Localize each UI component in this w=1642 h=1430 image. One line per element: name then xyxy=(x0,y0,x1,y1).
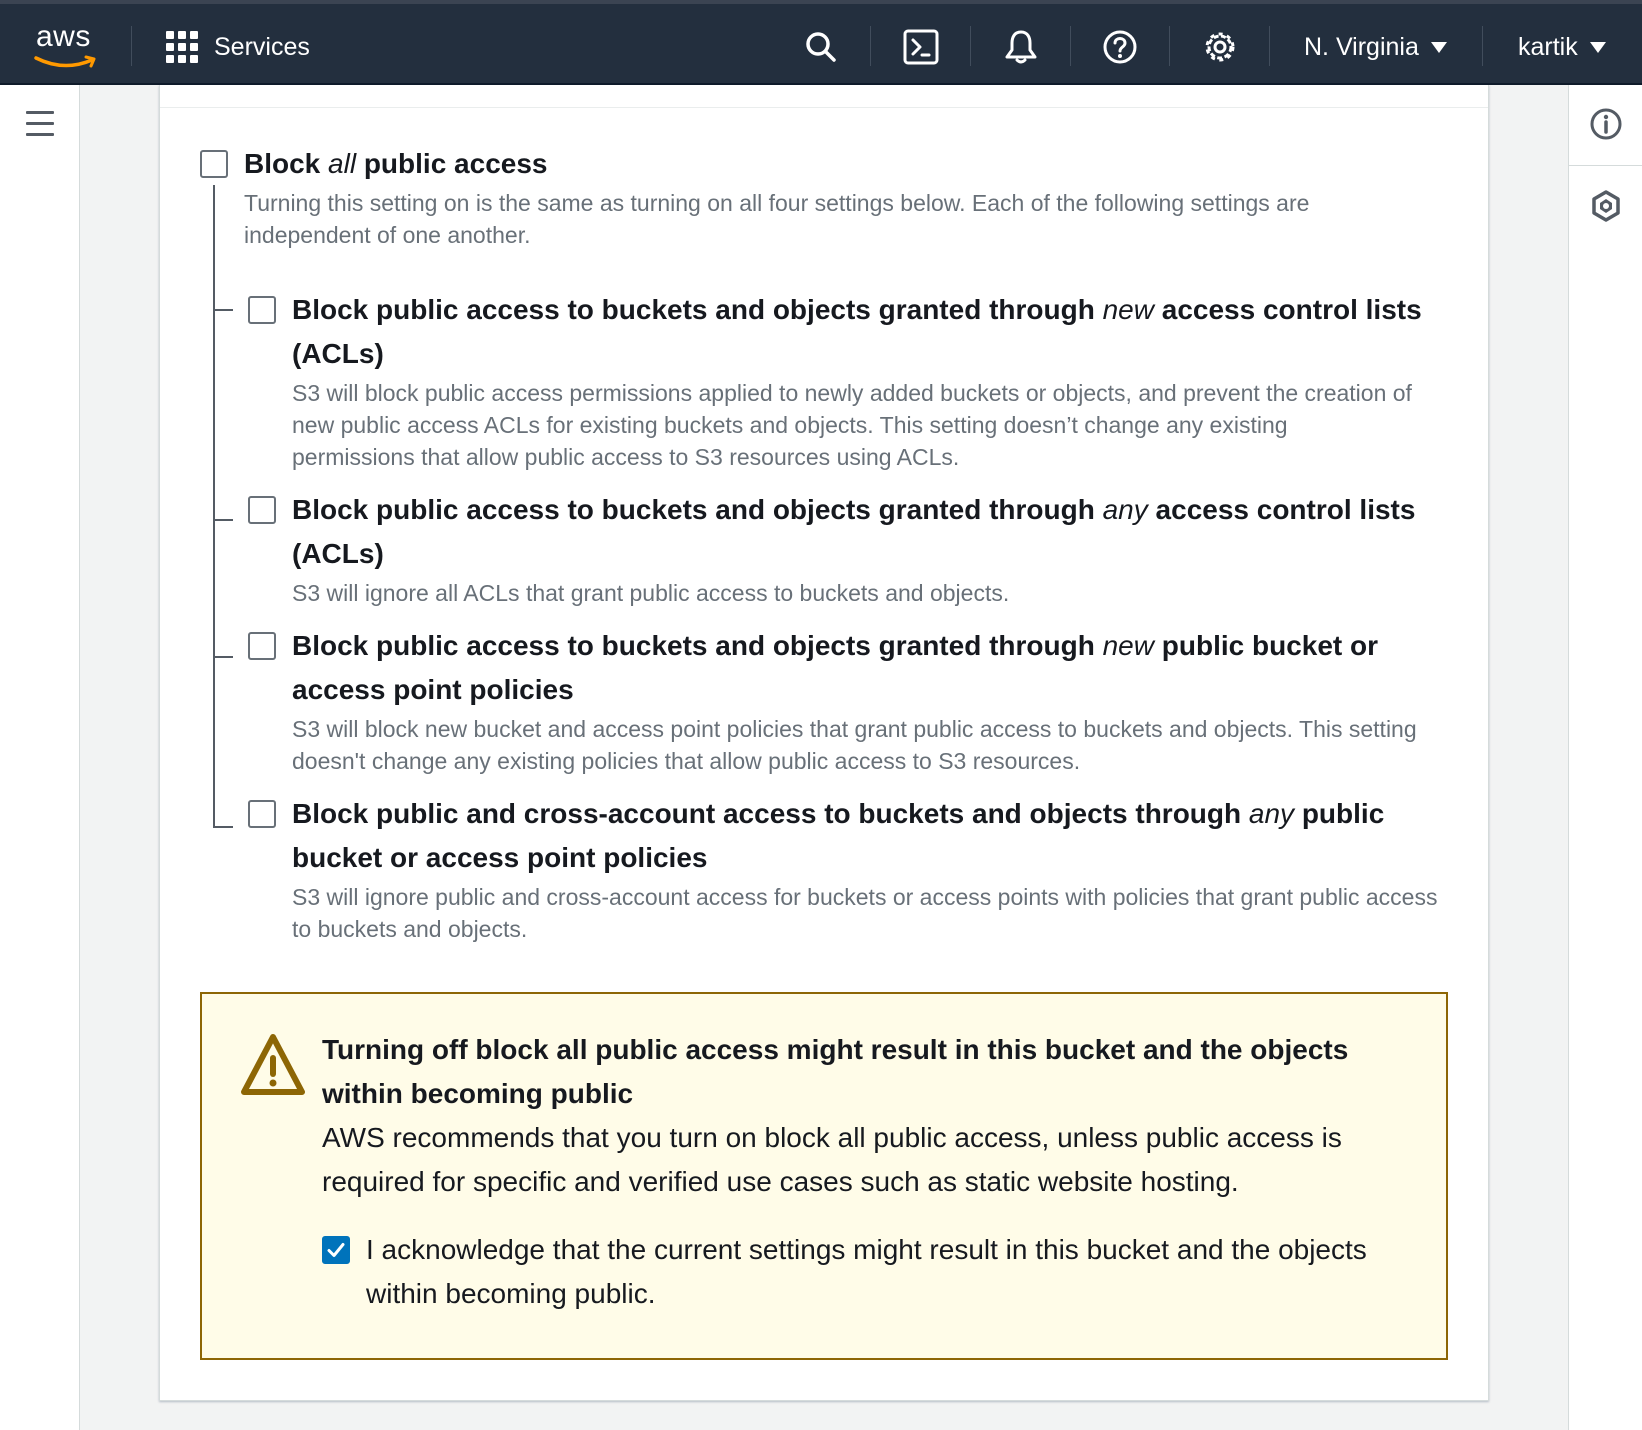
block-any-acls-label[interactable]: Block public access to buckets and objec… xyxy=(292,488,1427,576)
block-new-acls-description: S3 will block public access permissions … xyxy=(292,380,1412,470)
nav-separator xyxy=(1169,26,1170,66)
tree-branch xyxy=(213,309,233,311)
nav-separator xyxy=(1482,26,1483,66)
tree-branch xyxy=(213,519,233,521)
block-any-policies-label[interactable]: Block public and cross-account access to… xyxy=(292,792,1452,880)
caret-down-icon xyxy=(1430,41,1447,53)
region-selector[interactable]: N. Virginia xyxy=(1304,28,1447,66)
caret-down-icon xyxy=(1589,41,1606,53)
block-any-acls-description: S3 will ignore all ACLs that grant publi… xyxy=(292,580,1010,606)
block-new-policies-checkbox[interactable] xyxy=(248,632,276,660)
menu-hamburger-icon[interactable] xyxy=(26,111,54,137)
nav-separator xyxy=(131,26,132,66)
help-icon[interactable] xyxy=(1101,28,1139,66)
tree-connector xyxy=(213,185,215,827)
account-menu[interactable]: kartik xyxy=(1518,28,1606,66)
search-icon[interactable] xyxy=(802,28,840,66)
left-rail xyxy=(0,85,80,1430)
nav-separator xyxy=(1070,26,1071,66)
tree-branch xyxy=(213,826,233,828)
nav-separator xyxy=(870,26,871,66)
block-any-policies-checkbox[interactable] xyxy=(248,800,276,828)
acknowledge-label[interactable]: I acknowledge that the current settings … xyxy=(366,1228,1406,1316)
block-all-checkbox[interactable] xyxy=(200,150,228,178)
block-new-policies-label[interactable]: Block public access to buckets and objec… xyxy=(292,624,1452,712)
aws-smile-icon xyxy=(34,55,96,68)
top-navigation: aws Services N. Virginia kartik xyxy=(0,0,1642,85)
cloudshell-icon[interactable] xyxy=(902,28,940,66)
account-label: kartik xyxy=(1518,32,1578,61)
block-any-policies-description: S3 will ignore public and cross-account … xyxy=(292,884,1438,942)
right-rail xyxy=(1568,85,1642,1430)
region-label: N. Virginia xyxy=(1304,32,1419,61)
panel-divider xyxy=(160,107,1488,108)
checkmark-icon xyxy=(327,1243,345,1257)
nav-separator xyxy=(1269,26,1270,66)
block-any-acls-checkbox[interactable] xyxy=(248,496,276,524)
block-all-description: Turning this setting on is the same as t… xyxy=(244,190,1310,248)
warning-title: Turning off block all public access migh… xyxy=(322,1034,1349,1109)
services-menu[interactable]: Services xyxy=(166,26,310,68)
bell-icon[interactable] xyxy=(1002,28,1040,66)
block-new-acls-checkbox[interactable] xyxy=(248,296,276,324)
hexagon-icon[interactable] xyxy=(1589,189,1623,223)
settings-gear-icon[interactable] xyxy=(1201,28,1239,66)
warning-body: AWS recommends that you turn on block al… xyxy=(322,1122,1342,1197)
warning-triangle-icon xyxy=(241,1034,305,1095)
block-new-acls-label[interactable]: Block public access to buckets and objec… xyxy=(292,288,1427,376)
block-new-policies-description: S3 will block new bucket and access poin… xyxy=(292,716,1417,774)
services-label: Services xyxy=(214,32,310,61)
services-grid-icon xyxy=(166,31,198,63)
aws-logo[interactable]: aws xyxy=(34,20,102,70)
nav-separator xyxy=(970,26,971,66)
rail-divider xyxy=(1569,165,1642,166)
acknowledge-checkbox[interactable] xyxy=(322,1236,350,1264)
aws-logo-text: aws xyxy=(36,20,91,53)
info-icon[interactable] xyxy=(1589,107,1623,141)
block-all-label[interactable]: Block all public access xyxy=(244,142,1444,186)
tree-branch xyxy=(213,656,233,658)
